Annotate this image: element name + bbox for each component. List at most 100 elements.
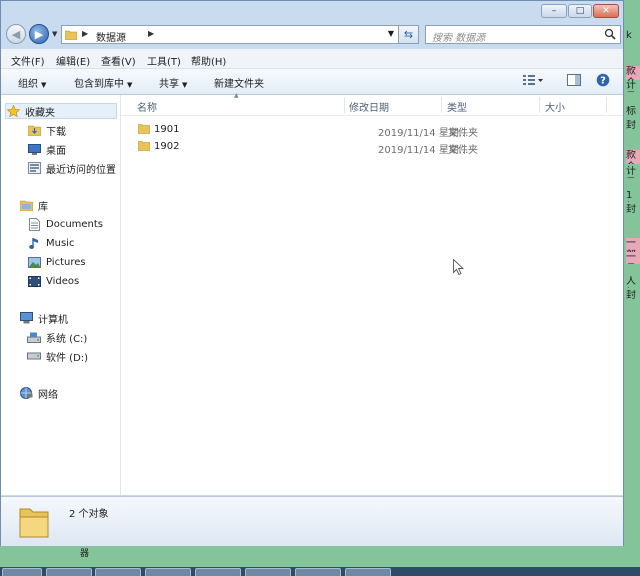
drive-icon [27, 350, 41, 363]
column-divider[interactable] [539, 97, 540, 113]
taskbar-button[interactable] [245, 568, 291, 576]
folder-icon [64, 29, 78, 43]
network-icon [19, 387, 33, 400]
videos-icon [27, 275, 41, 288]
menu-bar: 文件(F) 编辑(E) 查看(V) 工具(T) 帮助(H) [1, 49, 623, 69]
nav-computer-label: 计算机 [38, 314, 68, 326]
downloads-icon [27, 124, 41, 137]
column-divider[interactable] [441, 97, 442, 113]
column-header-name[interactable]: 名称 [137, 99, 157, 114]
column-divider[interactable] [606, 97, 607, 113]
system-drive-icon [27, 331, 41, 344]
file-type: 文件夹 [448, 128, 478, 139]
nav-desktop[interactable]: 桌面 [27, 141, 66, 157]
nav-network[interactable]: 网络 [19, 385, 58, 401]
forward-button[interactable]: ▶ [29, 24, 49, 44]
nav-downloads[interactable]: 下载 [27, 122, 66, 138]
taskbar-button[interactable] [46, 568, 92, 576]
nav-drive-d[interactable]: 软件 (D:) [27, 348, 88, 364]
nav-drive-c[interactable]: 系统 (C:) [27, 329, 87, 345]
include-in-library-label: 包含到库中 [74, 79, 124, 90]
taskbar-button[interactable] [95, 568, 141, 576]
recent-places-icon [27, 162, 41, 175]
nav-videos[interactable]: Videos [27, 273, 79, 289]
file-name: 1901 [154, 124, 180, 135]
minimize-button[interactable]: – [541, 4, 567, 18]
help-icon[interactable]: ? [596, 73, 610, 90]
menu-view[interactable]: 查看(V) [101, 53, 136, 68]
column-header-size[interactable]: 大小 [545, 99, 565, 114]
svg-text:?: ? [600, 76, 606, 87]
nav-drive-d-label: 软件 (D:) [46, 352, 89, 364]
nav-pictures[interactable]: Pictures [27, 254, 86, 270]
chevron-down-icon[interactable]: ▼ [388, 29, 394, 38]
bg-text: 一部 [626, 238, 640, 252]
background-window-strip: k 款会 计量 标 封 款会 计量 1标 封 一部 一号 人标 封 [626, 0, 640, 560]
menu-file[interactable]: 文件(F) [11, 53, 45, 68]
column-header-type[interactable]: 类型 [447, 99, 467, 114]
bg-text: 款会 [626, 150, 640, 164]
menu-edit[interactable]: 编辑(E) [56, 53, 90, 68]
nav-music[interactable]: Music [27, 235, 74, 251]
table-row[interactable]: 1901 2019/11/14 星期... 文件夹 [121, 122, 623, 139]
bg-text: 人标 [626, 276, 636, 287]
column-header-modified[interactable]: 修改日期 [349, 99, 389, 114]
column-header-row: ▲ 名称 修改日期 类型 大小 [121, 92, 623, 116]
nav-documents[interactable]: Documents [27, 216, 103, 232]
taskbar-button[interactable] [145, 568, 191, 576]
chevron-down-icon: ▼ [182, 81, 188, 89]
table-row[interactable]: 1902 2019/11/14 星期... 文件夹 [121, 139, 623, 156]
share-label: 共享 [159, 79, 179, 90]
chevron-down-icon: ▼ [41, 81, 47, 89]
content-area: 收藏夹 下载 桌面 最近访问的位置 库 Documents Music Pict… [1, 92, 623, 495]
file-name: 1902 [154, 141, 180, 152]
bg-text: 一号 [626, 252, 640, 264]
search-placeholder: 搜索 数据源 [432, 33, 486, 44]
nav-videos-label: Videos [46, 275, 80, 287]
view-options-icon[interactable] [522, 73, 544, 90]
search-input[interactable]: 搜索 数据源 [425, 25, 621, 44]
taskbar [0, 567, 640, 576]
taskbar-button[interactable] [345, 568, 391, 576]
new-folder-button[interactable]: 新建文件夹 [214, 75, 264, 90]
taskbar-button[interactable] [295, 568, 341, 576]
explorer-window: – □ ✕ ◀ ▶ ▼ ▶ 数据源 ▶ ▼ ⇆ 搜索 数据源 文件(F) 编辑(… [0, 0, 624, 546]
bg-text: 封 [626, 290, 636, 301]
background-text: 器 [80, 549, 90, 559]
organize-button[interactable]: 组织 ▼ [18, 75, 46, 90]
menu-help[interactable]: 帮助(H) [191, 53, 226, 68]
nav-computer[interactable]: 计算机 [19, 310, 68, 326]
recent-pages-dropdown[interactable]: ▼ [52, 30, 57, 38]
chevron-right-icon[interactable]: ▶ [82, 29, 88, 38]
search-icon[interactable] [604, 28, 616, 43]
address-input[interactable]: ▶ 数据源 ▶ ▼ [61, 25, 399, 44]
arrow-right-icon: ▶ [34, 27, 44, 41]
nav-network-label: 网络 [38, 389, 58, 401]
bg-text: 计量 [626, 80, 636, 91]
taskbar-button[interactable] [195, 568, 241, 576]
bg-text: k [626, 30, 632, 41]
refresh-icon: ⇆ [403, 28, 414, 41]
share-button[interactable]: 共享 ▼ [159, 75, 187, 90]
breadcrumb[interactable]: 数据源 [96, 29, 126, 44]
taskbar-button[interactable] [2, 568, 42, 576]
nav-downloads-label: 下载 [46, 126, 66, 138]
nav-documents-label: Documents [46, 218, 104, 230]
close-button[interactable]: ✕ [593, 4, 619, 18]
documents-icon [27, 217, 41, 231]
include-in-library-button[interactable]: 包含到库中 ▼ [74, 75, 132, 90]
refresh-button[interactable]: ⇆ [399, 25, 419, 44]
back-button[interactable]: ◀ [6, 24, 26, 44]
nav-recent[interactable]: 最近访问的位置 [27, 160, 116, 176]
preview-pane-icon[interactable] [567, 73, 581, 90]
nav-libraries[interactable]: 库 [19, 197, 48, 213]
column-divider[interactable] [344, 97, 345, 113]
bg-text: 计量 [626, 166, 636, 177]
mouse-pointer-icon [453, 258, 465, 278]
sort-ascending-icon: ▲ [234, 92, 239, 99]
file-list: ▲ 名称 修改日期 类型 大小 1901 2019/11/14 星期... 文件… [121, 92, 623, 495]
nav-favorites[interactable]: 收藏夹 [5, 103, 117, 119]
maximize-button[interactable]: □ [568, 4, 592, 18]
chevron-right-icon[interactable]: ▶ [148, 29, 154, 38]
menu-tools[interactable]: 工具(T) [147, 53, 181, 68]
